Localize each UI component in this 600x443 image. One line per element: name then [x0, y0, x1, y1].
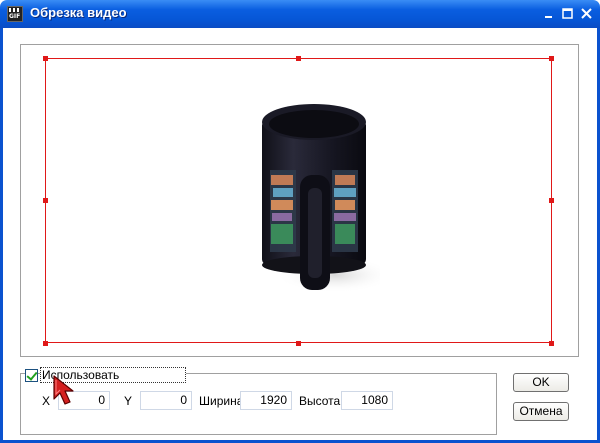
y-field[interactable]: 0 — [140, 391, 192, 410]
crop-rectangle[interactable] — [45, 58, 552, 343]
title-bar[interactable]: GIF Обрезка видео — [0, 0, 600, 28]
maximize-icon[interactable] — [559, 5, 576, 22]
cancel-button[interactable]: Отмена — [513, 402, 569, 421]
crop-handle-bottom-right[interactable] — [549, 341, 554, 346]
y-label: Y — [124, 394, 133, 408]
clapperboard-gif-icon: GIF — [7, 6, 23, 22]
x-label: X — [42, 394, 51, 408]
mouse-pointer-icon — [53, 375, 74, 405]
height-label: Высота — [299, 394, 341, 408]
ok-button[interactable]: OK — [513, 373, 569, 392]
crop-handle-top-left[interactable] — [43, 56, 48, 61]
width-field[interactable]: 1920 — [240, 391, 292, 410]
crop-video-dialog: GIF Обрезка видео Использовать X 0 Y 0 Ш… — [0, 0, 600, 443]
minimize-icon[interactable] — [541, 5, 558, 22]
close-icon[interactable] — [578, 5, 595, 22]
crop-handle-bottom-left[interactable] — [43, 341, 48, 346]
crop-handle-bottom[interactable] — [296, 341, 301, 346]
window-title: Обрезка видео — [30, 5, 127, 20]
width-label: Ширина — [199, 394, 244, 408]
use-crop-checkbox[interactable] — [25, 369, 38, 382]
crop-handle-right[interactable] — [549, 198, 554, 203]
crop-handle-top[interactable] — [296, 56, 301, 61]
crop-handle-left[interactable] — [43, 198, 48, 203]
crop-handle-top-right[interactable] — [549, 56, 554, 61]
height-field[interactable]: 1080 — [341, 391, 393, 410]
